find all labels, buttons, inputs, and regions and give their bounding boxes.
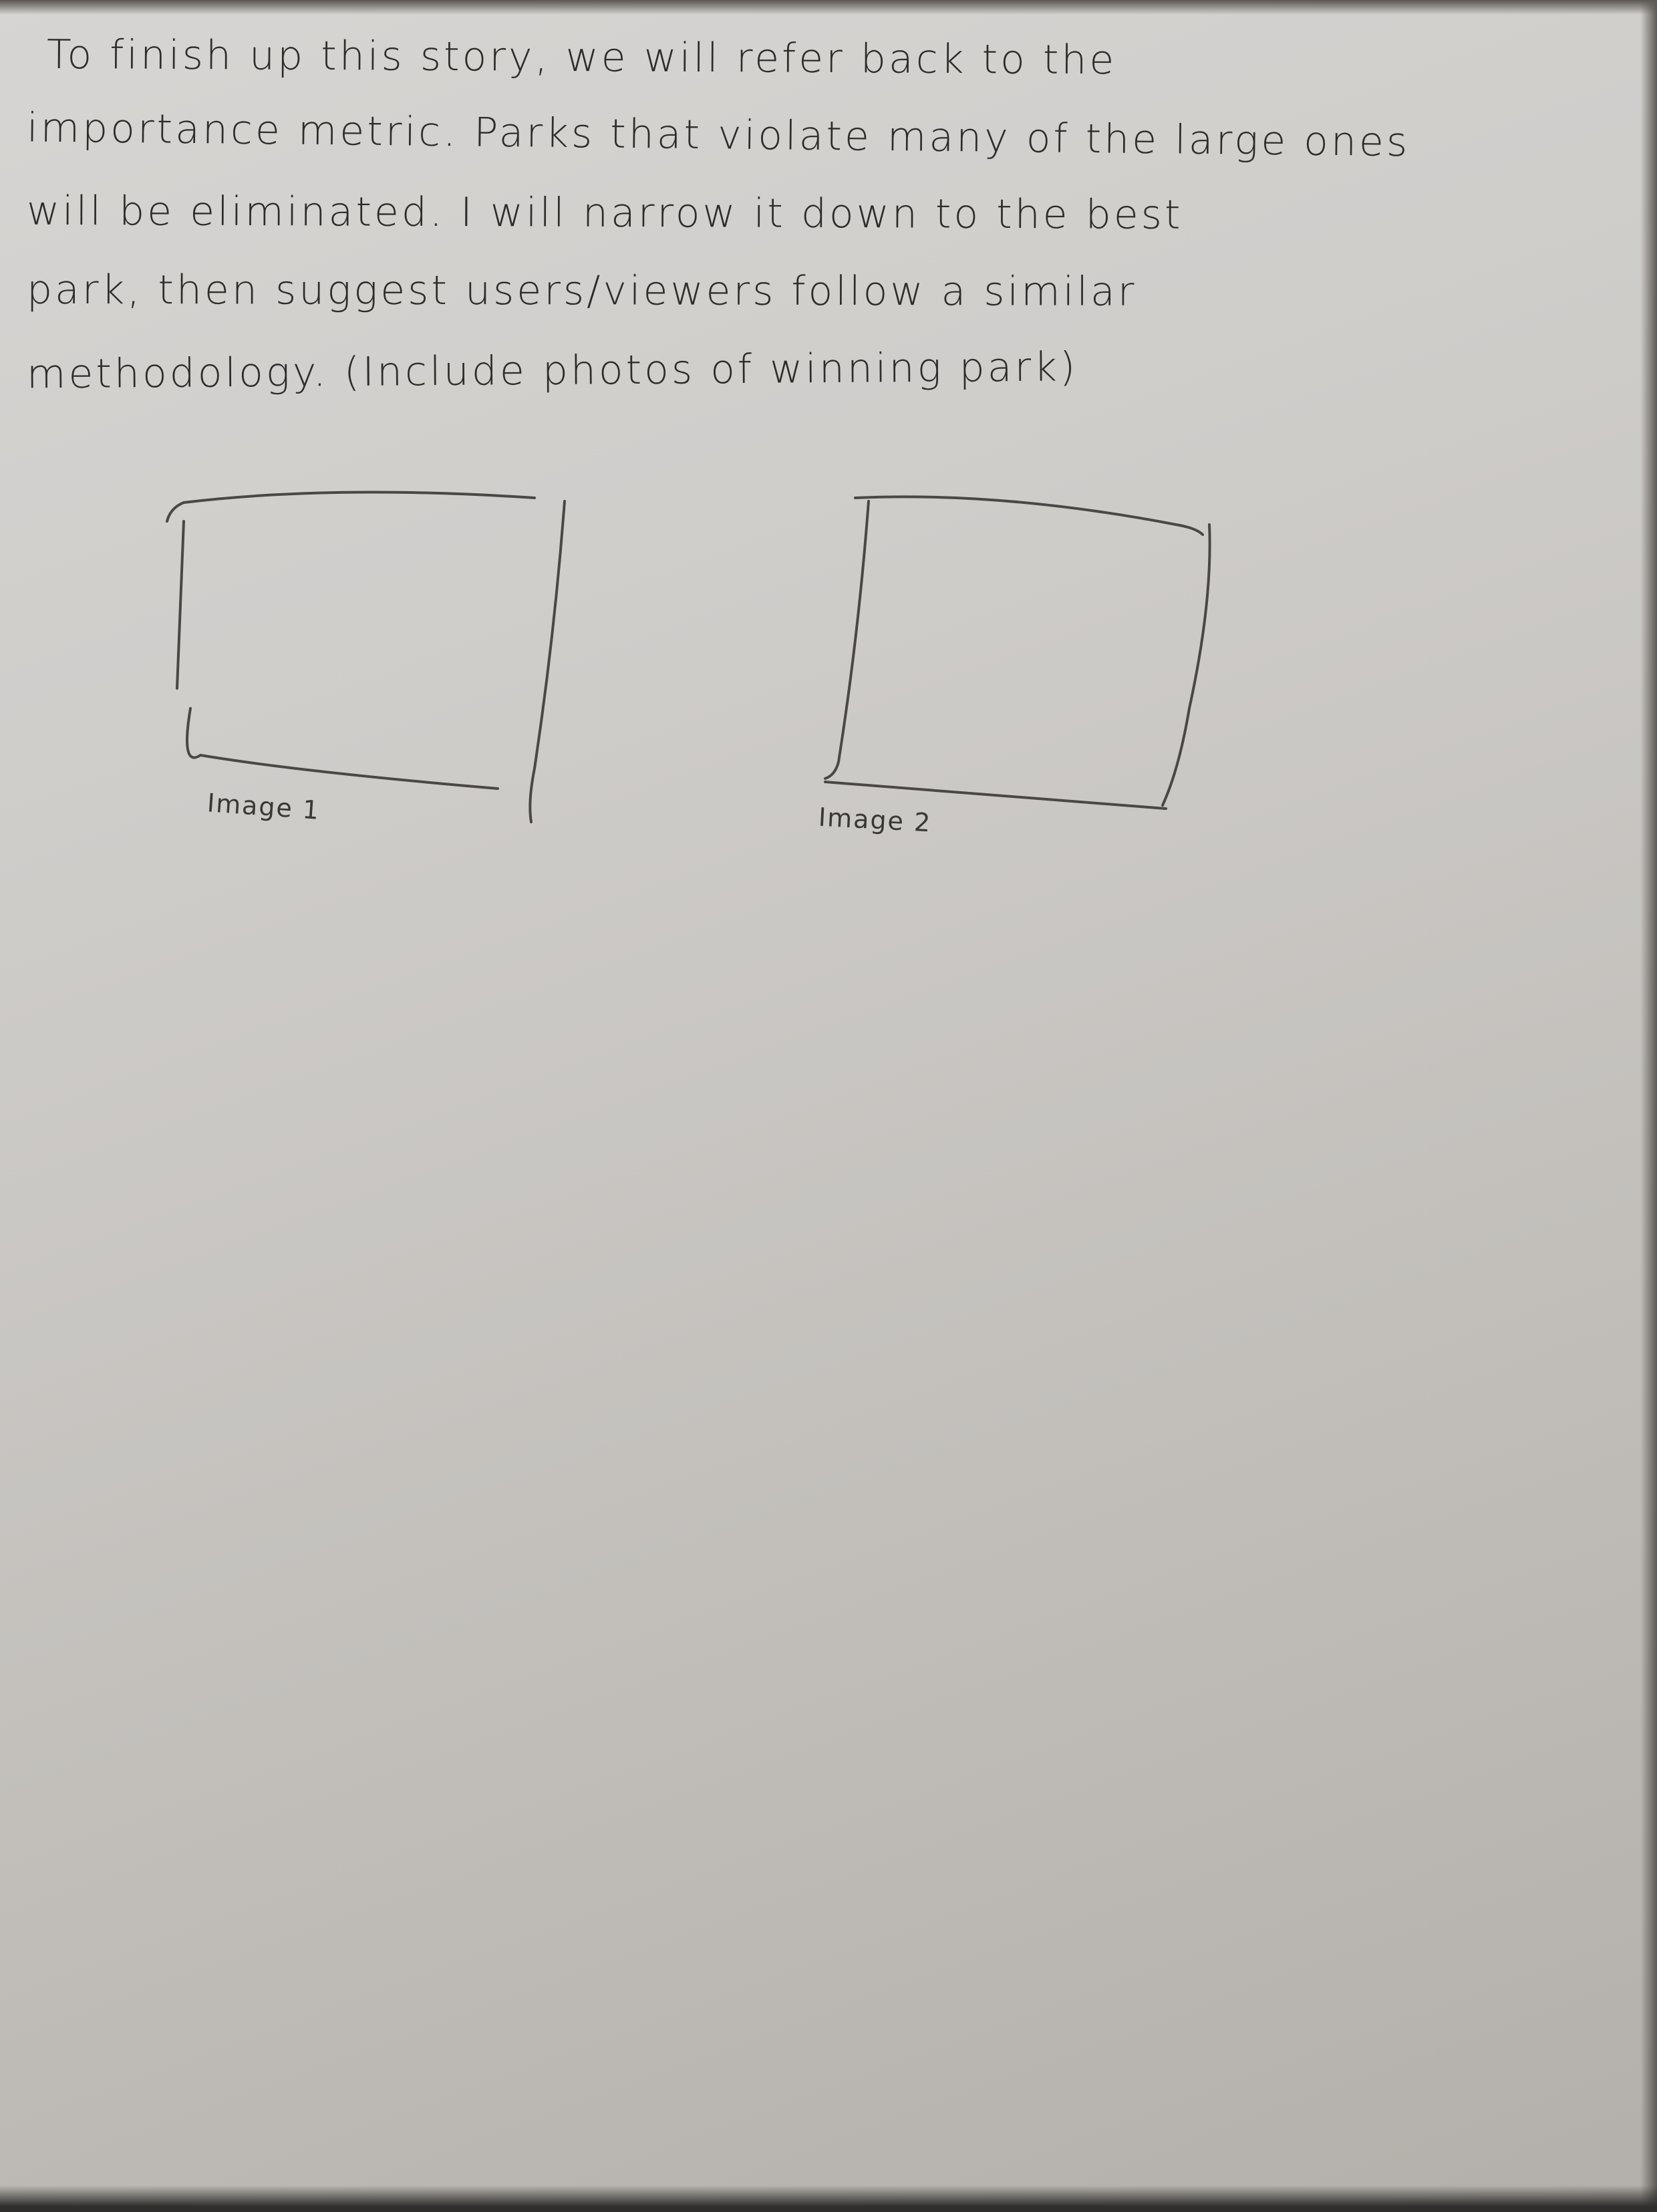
image-1-placeholder-frame: [166, 491, 566, 823]
image-2-caption: Image 2: [817, 802, 933, 838]
image-2-placeholder-frame: [824, 495, 1211, 810]
sketched-image-frames: [166, 491, 1211, 823]
